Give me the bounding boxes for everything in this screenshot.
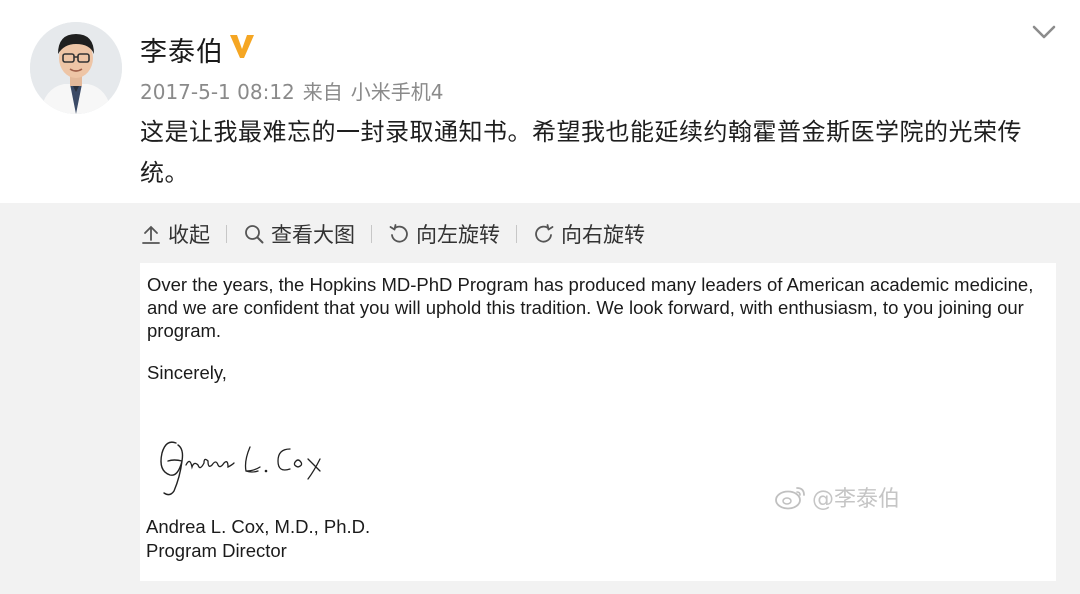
letter-closing: Sincerely, [147, 362, 227, 383]
source-device: 小米手机4 [350, 80, 444, 104]
post-meta: 2017-5-1 08:12 来自 小米手机4 [140, 76, 444, 105]
rotate-left-icon [389, 224, 408, 243]
letter-image[interactable]: Over the years, the Hopkins MD-PhD Progr… [140, 263, 1056, 581]
expanded-image-panel: 收起 查看大图 向左旋转 向右旋转 Over the years, the Ho… [0, 203, 1080, 594]
signer-title: Program Director [146, 540, 287, 561]
collapse-button[interactable]: 收起 [140, 219, 210, 249]
image-watermark: @李泰伯 [774, 481, 900, 513]
rotate-right-icon [535, 224, 554, 243]
avatar-image [30, 22, 122, 114]
post-menu-button[interactable] [1028, 18, 1060, 46]
view-large-button[interactable]: 查看大图 [243, 219, 355, 249]
avatar[interactable] [30, 22, 122, 114]
image-toolbar: 收起 查看大图 向左旋转 向右旋转 [140, 219, 645, 249]
collapse-up-icon [142, 225, 160, 244]
rotate-left-label: 向左旋转 [416, 223, 500, 247]
search-icon [245, 225, 264, 244]
chevron-down-icon [1032, 25, 1056, 39]
rotate-left-button[interactable]: 向左旋转 [388, 219, 500, 249]
view-large-label: 查看大图 [271, 223, 355, 247]
handwritten-signature [160, 441, 321, 496]
collapse-label: 收起 [168, 223, 210, 247]
verified-badge-icon [230, 35, 254, 58]
signer-name: Andrea L. Cox, M.D., Ph.D. [146, 516, 371, 537]
watermark-text: @李泰伯 [812, 487, 901, 512]
rotate-right-button[interactable]: 向右旋转 [533, 219, 645, 249]
rotate-right-label: 向右旋转 [561, 223, 645, 247]
letter-body-text: Over the years, the Hopkins MD-PhD Progr… [147, 274, 1034, 341]
username[interactable]: 李泰伯 [140, 30, 224, 69]
post-text: 这是让我最难忘的一封录取通知书。希望我也能延续约翰霍普金斯医学院的光荣传统。 [140, 118, 1022, 187]
toolbar-divider [371, 225, 372, 243]
weibo-post: 李泰伯 2017-5-1 08:12 来自 小米手机4 这是让我最难忘的一封录取通知… [0, 0, 1080, 594]
source-label: 来自 [302, 80, 343, 104]
post-timestamp[interactable]: 2017-5-1 08:12 [140, 80, 295, 104]
toolbar-divider [516, 225, 517, 243]
weibo-logo-icon [775, 487, 805, 510]
toolbar-divider [226, 225, 227, 243]
